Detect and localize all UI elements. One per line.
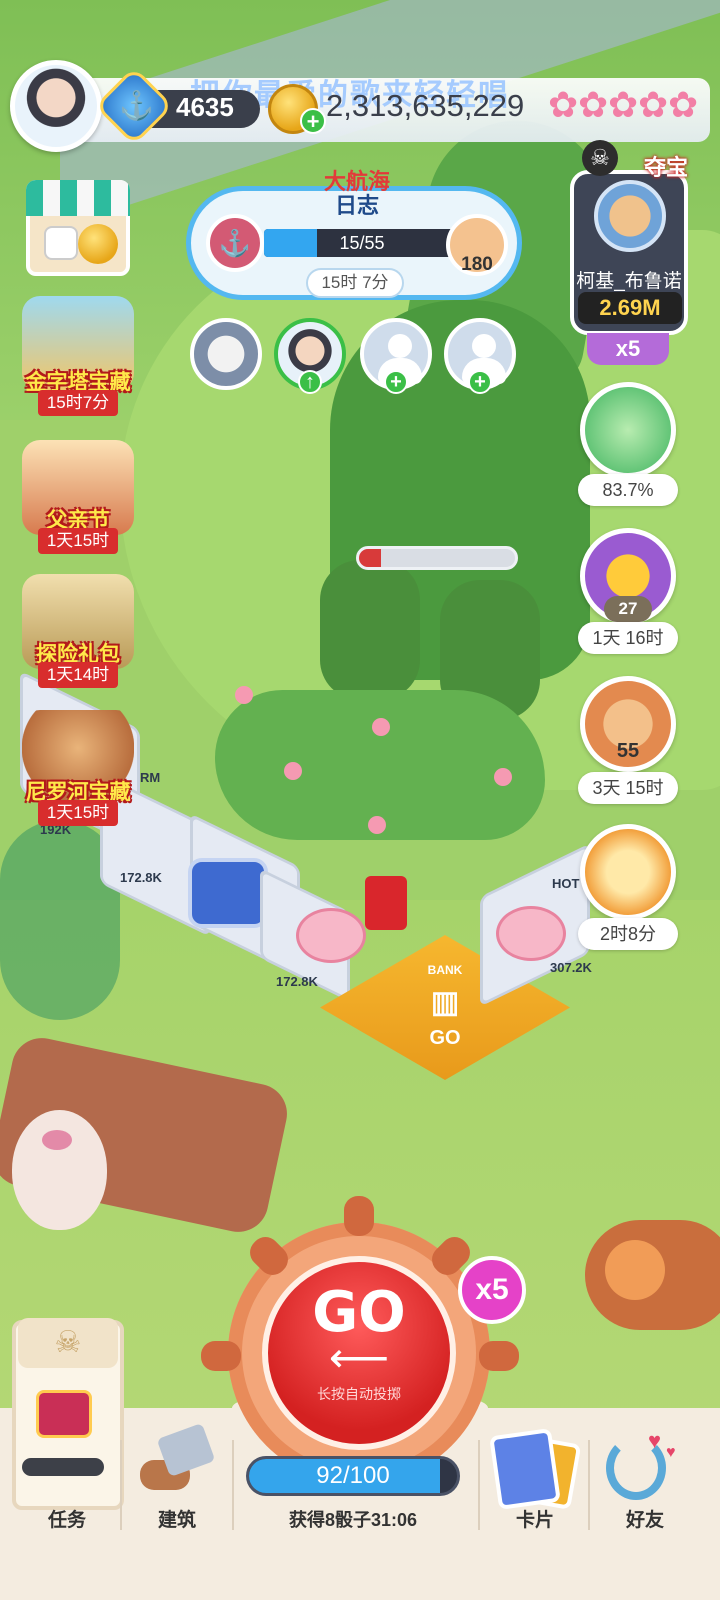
cherry-blossom-icon — [496, 906, 566, 961]
plank-event-item[interactable]: 55 3天 15时 — [578, 676, 678, 806]
player-token — [365, 876, 407, 930]
task-chest-icon — [36, 1390, 92, 1438]
target-coin-amount: 2.69M — [578, 292, 682, 324]
event-nile-treasure[interactable]: 尼罗河宝藏 1天15时 — [22, 710, 134, 830]
coin-balance: 2,313,635,229 — [326, 88, 525, 123]
arrow-left-icon: ⟵ — [328, 1334, 390, 1381]
upgrade-arrow-icon: ↑ — [298, 370, 322, 394]
cherry-blossom-icon: ✿ — [548, 84, 579, 125]
tile-label-hotel: HOT — [552, 876, 580, 891]
pink-flower — [284, 762, 302, 780]
nav-cards[interactable]: 卡片 — [480, 1505, 590, 1532]
voyage-timer: 15时 7分 — [306, 268, 404, 298]
nav-friends[interactable]: 好友 — [590, 1505, 700, 1532]
firework-event-item[interactable]: 2时8分 — [578, 824, 678, 954]
pink-flower — [368, 816, 386, 834]
cherry-blossom-icon: ✿ — [578, 84, 609, 125]
treasure-title: 夺宝 — [643, 155, 688, 180]
player-avatar[interactable] — [10, 60, 102, 152]
tile-price: 307.2K — [550, 960, 592, 975]
cherry-blossom-icon: ✿ — [638, 84, 669, 125]
card-icon — [489, 1428, 561, 1510]
cherry-blossom-icon: ✿ — [608, 84, 639, 125]
friend-avatar-rabbit[interactable] — [190, 318, 262, 390]
logbook-icon: ⚓ — [206, 214, 264, 272]
plank-timer: 3天 15时 — [578, 772, 678, 804]
pirate-scroll-icon: ☠ — [18, 1318, 118, 1368]
nav-divider — [232, 1440, 234, 1530]
mango-timer: 1天 16时 — [578, 622, 678, 654]
dino-progress-label: 83.7% — [578, 474, 678, 506]
add-icon: + — [468, 370, 492, 394]
pink-flower — [372, 718, 390, 736]
roast-meat-decor — [585, 1220, 720, 1330]
target-player-portrait — [594, 180, 666, 252]
event-adventure-pack[interactable]: 探险礼包 1天14时 — [22, 574, 134, 694]
dinosaur-progress-bar — [356, 546, 518, 570]
coin-icon — [78, 224, 118, 264]
treasure-chest-icon — [188, 858, 268, 928]
heart-icon: ♥ — [666, 1444, 676, 1461]
pink-flower — [494, 768, 512, 786]
event-timer: 1天15时 — [38, 528, 118, 554]
wheel-spoke — [201, 1341, 241, 1371]
pink-flower — [235, 686, 253, 704]
nav-tasks[interactable]: 任务 — [12, 1505, 122, 1532]
tile-price: 172.8K — [276, 974, 318, 989]
event-pyramid-treasure[interactable]: 金字塔宝藏 15时7分 — [22, 296, 134, 416]
voyage-title-line2: 日志 — [334, 193, 379, 218]
treasure-multiplier[interactable]: x5 — [587, 333, 669, 365]
firework-icon — [580, 824, 676, 920]
tile-price: 172.8K — [120, 870, 162, 885]
cherry-blossom-counter[interactable]: ✿ ✿ ✿ ✿ ✿ — [548, 80, 698, 136]
dice-count-text: 92/100 — [316, 1462, 390, 1489]
cherry-blossom-icon — [296, 908, 366, 963]
event-timer: 1天15时 — [38, 800, 118, 826]
voyage-plank-count: 180 — [461, 254, 493, 275]
tile-label-farm: RM — [140, 770, 161, 785]
dinosaur-egg — [12, 1110, 107, 1230]
task-progress-bar — [22, 1458, 104, 1476]
heart-icon: ♥ — [648, 1428, 662, 1453]
dice-refill-timer: 获得8骰子31:06 — [288, 1510, 418, 1530]
event-timer: 15时7分 — [38, 390, 118, 416]
event-fathers-day[interactable]: 父亲节 1天15时 — [22, 440, 134, 560]
roll-multiplier-button[interactable]: x5 — [458, 1256, 526, 1324]
dice-icon — [44, 226, 78, 260]
auto-roll-hint: 长按自动投掷 — [317, 1386, 401, 1402]
bank-columns-icon: ▥ — [430, 986, 460, 1019]
wheel-spoke — [344, 1196, 374, 1236]
target-player-name: 柯基_布鲁诺 — [576, 271, 682, 292]
dino-collection-item[interactable]: 83.7% — [578, 382, 678, 512]
wheel-spoke — [479, 1341, 519, 1371]
baby-dinosaur-icon — [580, 382, 676, 478]
dinosaur-progress-fill — [359, 549, 381, 567]
voyage-title-line1: 大航海 — [323, 169, 390, 194]
anchor-icon: ⚓ — [119, 90, 154, 121]
mango-count: 27 — [604, 596, 652, 622]
voyage-progress-text: 15/55 — [339, 233, 385, 253]
event-timer: 1天14时 — [38, 662, 118, 688]
add-icon: + — [384, 370, 408, 394]
voyage-log-title: 大航海 日志 — [312, 170, 402, 218]
nav-build[interactable]: 建筑 — [122, 1505, 232, 1532]
plank-count: 55 — [616, 740, 640, 762]
firework-timer: 2时8分 — [578, 918, 678, 950]
mango-event-item[interactable]: 27 1天 16时 — [578, 528, 678, 658]
anchor-level-value: 4635 — [176, 92, 234, 122]
shop-awning-icon — [26, 180, 130, 216]
dinosaur-leg — [320, 560, 420, 700]
cherry-blossom-icon: ✿ — [668, 84, 699, 125]
add-coins-button[interactable]: + — [300, 108, 326, 134]
